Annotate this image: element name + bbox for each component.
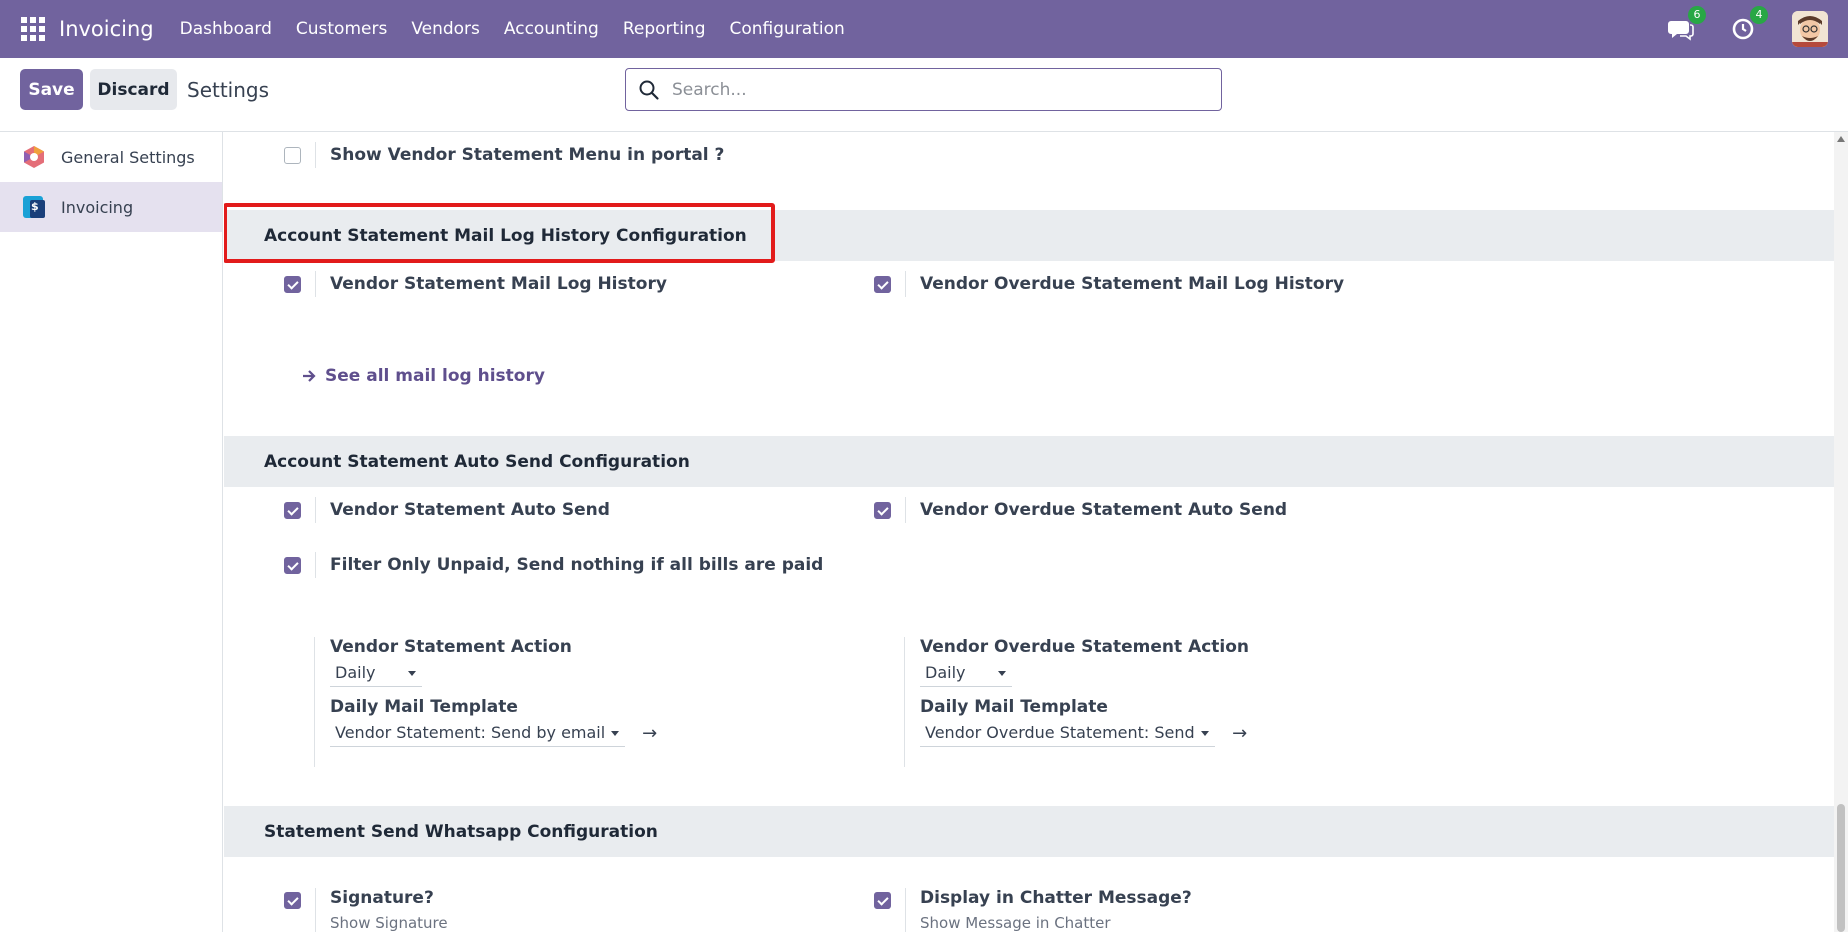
- menu-accounting[interactable]: Accounting: [492, 19, 611, 39]
- chevron-down-icon: [1201, 731, 1209, 736]
- vendor-action-label: Vendor Statement Action: [330, 637, 572, 657]
- overdue-auto-send-label: Vendor Overdue Statement Auto Send: [920, 500, 1288, 520]
- overdue-action-select[interactable]: Daily: [920, 659, 1012, 687]
- invoicing-app-icon: $: [23, 196, 45, 218]
- svg-text:$: $: [31, 200, 39, 213]
- overdue-template-select[interactable]: Vendor Overdue Statement: Send: [920, 719, 1215, 747]
- signature-sublabel: Show Signature: [330, 914, 448, 932]
- see-mail-log-label: See all mail log history: [325, 366, 545, 386]
- menu-dashboard[interactable]: Dashboard: [168, 19, 284, 39]
- page-title: Settings: [187, 78, 270, 102]
- chevron-down-icon: [408, 671, 416, 676]
- search-icon: [639, 80, 659, 100]
- activities-button[interactable]: 4: [1730, 6, 1768, 42]
- scroll-thumb[interactable]: [1837, 804, 1845, 932]
- whatsapp-section-header: Statement Send Whatsapp Configuration: [224, 806, 1834, 857]
- vendor-mail-log-label: Vendor Statement Mail Log History: [330, 274, 667, 294]
- chatter-sublabel: Show Message in Chatter: [920, 914, 1111, 932]
- overdue-mail-log-checkbox[interactable]: [874, 275, 891, 293]
- overdue-mail-log-setting: Vendor Overdue Statement Mail Log Histor…: [874, 271, 1344, 297]
- arrow-right-icon: [303, 370, 316, 382]
- portal-menu-label: Show Vendor Statement Menu in portal ?: [330, 145, 725, 165]
- filter-unpaid-setting: Filter Only Unpaid, Send nothing if all …: [284, 552, 823, 578]
- vendor-mail-log-checkbox[interactable]: [284, 275, 301, 293]
- portal-menu-checkbox[interactable]: [284, 146, 301, 164]
- settings-content: Show Vendor Statement Menu in portal ? A…: [224, 132, 1834, 932]
- vendor-template-value: Vendor Statement: Send by email: [335, 723, 606, 742]
- overdue-action-value: Daily: [925, 663, 966, 682]
- sidebar-item-label: Invoicing: [61, 197, 134, 217]
- user-avatar[interactable]: [1792, 11, 1828, 47]
- portal-menu-setting: Show Vendor Statement Menu in portal ?: [284, 142, 724, 168]
- control-panel: Save Discard Settings: [0, 58, 1848, 132]
- vendor-action-value: Daily: [335, 663, 376, 682]
- messages-badge: 6: [1688, 6, 1706, 24]
- menu-vendors[interactable]: Vendors: [399, 19, 492, 39]
- vendor-mail-log-setting: Vendor Statement Mail Log History: [284, 271, 667, 297]
- search-input[interactable]: [672, 79, 1212, 100]
- scroll-up-arrow-icon[interactable]: [1837, 136, 1845, 142]
- discard-button[interactable]: Discard: [90, 69, 177, 110]
- highlight-box: [224, 203, 775, 263]
- filter-unpaid-checkbox[interactable]: [284, 556, 301, 574]
- odoo-logo-icon: [24, 146, 44, 168]
- sidebar-item-invoicing[interactable]: $ Invoicing: [0, 182, 222, 232]
- top-navbar: Invoicing Dashboard Customers Vendors Ac…: [0, 0, 1848, 58]
- messages-button[interactable]: 6: [1668, 6, 1706, 42]
- chevron-down-icon: [998, 671, 1006, 676]
- chatter-checkbox[interactable]: [874, 892, 891, 909]
- vendor-template-label: Daily Mail Template: [330, 697, 518, 717]
- chatter-label: Display in Chatter Message?: [920, 888, 1192, 908]
- overdue-template-value: Vendor Overdue Statement: Send: [925, 723, 1195, 742]
- overdue-template-label: Daily Mail Template: [920, 697, 1108, 717]
- menu-configuration[interactable]: Configuration: [718, 19, 857, 39]
- open-template-arrow-icon[interactable]: →: [1232, 723, 1247, 744]
- open-template-arrow-icon[interactable]: →: [642, 723, 657, 744]
- menu-reporting[interactable]: Reporting: [611, 19, 718, 39]
- filter-unpaid-label: Filter Only Unpaid, Send nothing if all …: [330, 555, 824, 575]
- settings-sidebar: General Settings $ Invoicing: [0, 132, 223, 932]
- app-brand[interactable]: Invoicing: [59, 17, 154, 41]
- whatsapp-section-title: Statement Send Whatsapp Configuration: [264, 821, 658, 842]
- vendor-auto-send-checkbox[interactable]: [284, 501, 301, 519]
- vendor-auto-send-setting: Vendor Statement Auto Send: [284, 497, 610, 523]
- chatter-setting: Display in Chatter Message? Show Message…: [874, 888, 1192, 932]
- vendor-action-select[interactable]: Daily: [330, 659, 422, 687]
- sidebar-item-label: General Settings: [61, 147, 195, 167]
- signature-setting: Signature? Show Signature: [284, 888, 448, 932]
- main-scrollbar[interactable]: [1834, 132, 1848, 932]
- vendor-action-group: Vendor Statement Action Daily Daily Mail…: [314, 637, 657, 767]
- sidebar-item-general-settings[interactable]: General Settings: [0, 132, 222, 182]
- search-box[interactable]: [625, 68, 1222, 111]
- overdue-auto-send-setting: Vendor Overdue Statement Auto Send: [874, 497, 1287, 523]
- see-mail-log-link[interactable]: See all mail log history: [301, 366, 545, 386]
- auto-send-section-header: Account Statement Auto Send Configuratio…: [224, 436, 1834, 487]
- auto-send-section-title: Account Statement Auto Send Configuratio…: [264, 451, 690, 472]
- signature-checkbox[interactable]: [284, 892, 301, 909]
- menu-customers[interactable]: Customers: [284, 19, 399, 39]
- vendor-template-select[interactable]: Vendor Statement: Send by email: [330, 719, 625, 747]
- chevron-down-icon: [611, 731, 619, 736]
- vendor-auto-send-label: Vendor Statement Auto Send: [330, 500, 610, 520]
- activities-badge: 4: [1750, 6, 1768, 24]
- signature-label: Signature?: [330, 888, 434, 908]
- apps-grid-icon[interactable]: [21, 17, 45, 41]
- save-button[interactable]: Save: [20, 69, 83, 110]
- overdue-auto-send-checkbox[interactable]: [874, 501, 891, 519]
- overdue-action-group: Vendor Overdue Statement Action Daily Da…: [904, 637, 1249, 767]
- overdue-action-label: Vendor Overdue Statement Action: [920, 637, 1250, 657]
- overdue-mail-log-label: Vendor Overdue Statement Mail Log Histor…: [920, 274, 1345, 294]
